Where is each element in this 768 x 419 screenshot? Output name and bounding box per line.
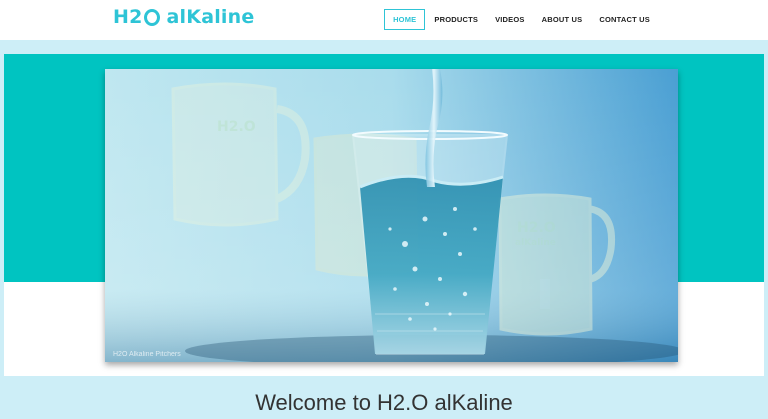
nav-home[interactable]: HOME — [384, 9, 426, 30]
hero-image: H2.O H2.O alKaline H2O Alkaline Pitchers — [105, 69, 678, 362]
site-logo[interactable]: H2 alKaline — [113, 5, 254, 29]
hero-caption: H2O Alkaline Pitchers — [113, 351, 181, 358]
nav-about-us[interactable]: ABOUT US — [534, 9, 591, 30]
welcome-heading: Welcome to H2.O alKaline — [255, 390, 513, 415]
site-header: H2 alKaline HOME PRODUCTS VIDEOS ABOUT US… — [0, 0, 768, 40]
nav-videos[interactable]: VIDEOS — [487, 9, 533, 30]
logo-text-h2: H2 — [113, 6, 143, 28]
main-nav: HOME PRODUCTS VIDEOS ABOUT US CONTACT US — [383, 9, 658, 30]
svg-text:H2.O: H2.O — [217, 119, 256, 135]
water-drop-icon — [143, 8, 160, 26]
hero-slide[interactable]: H2.O H2.O alKaline H2O Alkaline Pitchers — [105, 69, 678, 362]
right-border — [764, 54, 768, 376]
nav-products[interactable]: PRODUCTS — [426, 9, 486, 30]
nav-contact-us[interactable]: CONTACT US — [591, 9, 658, 30]
pitcher-label-brand: H2.O — [517, 220, 556, 236]
header-divider-band — [0, 40, 768, 54]
logo-text-alkaline: alKaline — [166, 6, 255, 28]
pitcher-label-alkaline: alKaline — [515, 238, 556, 248]
